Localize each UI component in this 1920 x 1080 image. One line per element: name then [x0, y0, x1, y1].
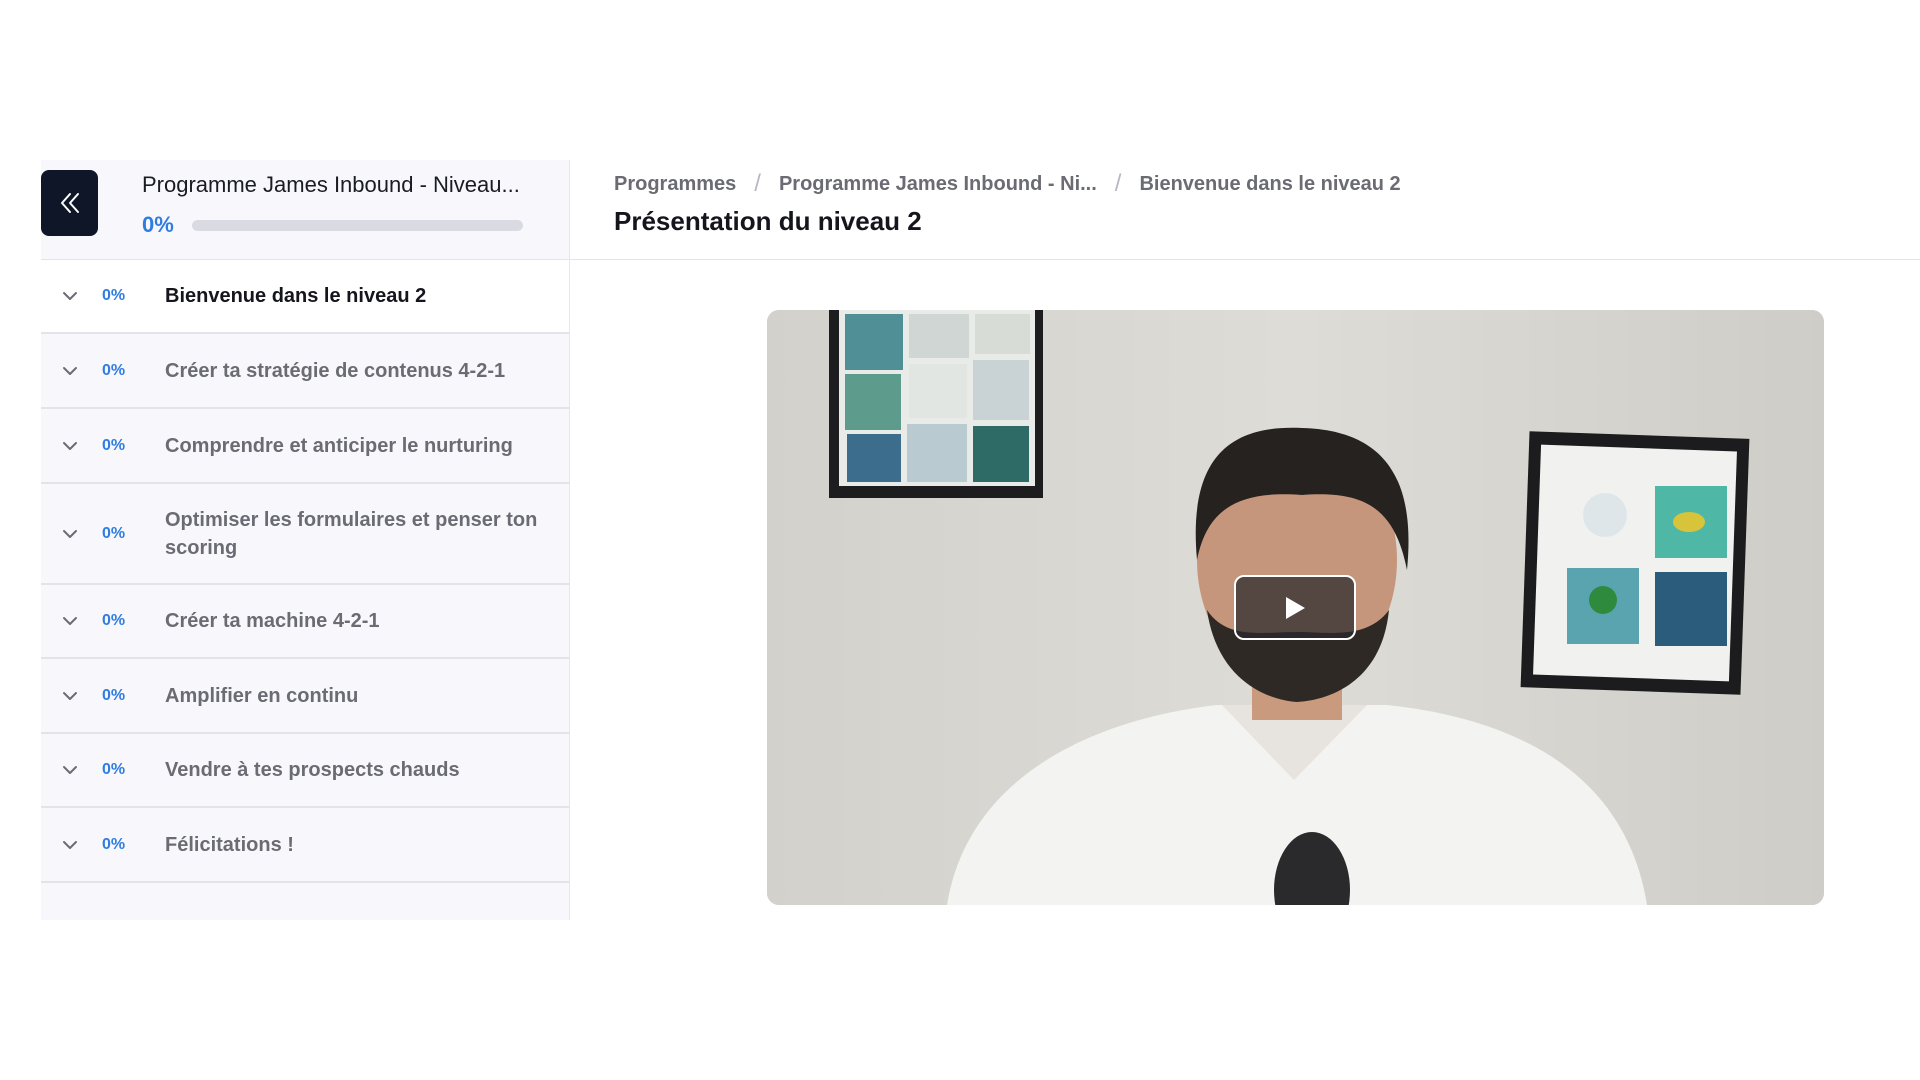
play-button[interactable]: [1234, 575, 1356, 640]
course-sidebar: Programme James Inbound - Niveau... 0% 0…: [41, 160, 570, 920]
lesson-header: Programmes / Programme James Inbound - N…: [570, 160, 1920, 260]
chevron-down-icon[interactable]: [61, 612, 79, 630]
breadcrumb-programmes[interactable]: Programmes: [614, 173, 736, 196]
chapter-progress: 0%: [102, 436, 126, 454]
collapse-sidebar-button[interactable]: [41, 170, 98, 236]
chapter-progress: 0%: [102, 761, 126, 778]
breadcrumb-chapter[interactable]: Bienvenue dans le niveau 2: [1139, 173, 1400, 196]
chevron-down-icon[interactable]: [61, 362, 79, 380]
chevron-down-icon[interactable]: [61, 437, 79, 455]
chapter-item[interactable]: 0% Vendre à tes prospects chauds: [41, 734, 569, 808]
page-title: Présentation du niveau 2: [614, 206, 922, 236]
chapter-title: Amplifier en continu: [165, 684, 359, 707]
chapter-title: Bienvenue dans le niveau 2: [165, 285, 427, 307]
chapter-progress: 0%: [102, 612, 126, 629]
course-player: Programme James Inbound - Niveau... 0% 0…: [41, 160, 1920, 920]
chapter-title: Félicitations !: [165, 833, 294, 856]
chapter-item[interactable]: 0% Créer ta machine 4-2-1: [41, 585, 569, 659]
chapter-progress: 0%: [102, 361, 126, 379]
chapter-progress: 0%: [102, 287, 126, 304]
sidebar-header: Programme James Inbound - Niveau... 0%: [41, 160, 569, 260]
breadcrumb-separator: /: [1114, 170, 1122, 197]
chapter-item[interactable]: 0% Optimiser les formulaires et penser t…: [41, 484, 569, 585]
chapter-title: Créer ta machine 4-2-1: [165, 610, 380, 632]
breadcrumb-separator: /: [754, 170, 761, 197]
program-progress-bar: [192, 220, 523, 231]
chapter-progress: 0%: [102, 524, 126, 542]
program-title: Programme James Inbound - Niveau...: [142, 172, 520, 197]
chapter-item[interactable]: 0% Félicitations !: [41, 808, 569, 883]
chevron-down-icon[interactable]: [61, 287, 79, 305]
chapter-progress: 0%: [102, 835, 126, 853]
chapter-item[interactable]: 0% Bienvenue dans le niveau 2: [41, 260, 569, 334]
video-player[interactable]: [767, 310, 1824, 905]
chevron-down-icon[interactable]: [61, 525, 79, 543]
chevron-down-icon[interactable]: [61, 761, 79, 779]
chapter-item[interactable]: 0% Amplifier en continu: [41, 659, 569, 734]
chapter-title: Créer ta stratégie de contenus 4-2-1: [165, 359, 506, 382]
chevron-down-icon[interactable]: [61, 687, 79, 705]
chapter-title: Comprendre et anticiper le nurturing: [165, 434, 513, 457]
chapter-progress: 0%: [102, 686, 126, 704]
chapter-item[interactable]: 0% Créer ta stratégie de contenus 4-2-1: [41, 334, 569, 409]
chapter-list: 0% Bienvenue dans le niveau 2 0% Créer t…: [41, 260, 569, 883]
play-icon: [1286, 596, 1305, 619]
chapter-title: Optimiser les formulaires et penser ton …: [165, 508, 538, 559]
chapter-title: Vendre à tes prospects chauds: [165, 759, 460, 781]
chevron-down-icon[interactable]: [61, 836, 79, 854]
double-chevron-left-icon: [60, 193, 79, 213]
lesson-content: Programmes / Programme James Inbound - N…: [570, 160, 1920, 920]
breadcrumb: Programmes / Programme James Inbound - N…: [614, 170, 1401, 198]
breadcrumb-program[interactable]: Programme James Inbound - Ni...: [779, 173, 1097, 196]
chapter-item[interactable]: 0% Comprendre et anticiper le nurturing: [41, 409, 569, 484]
program-progress-percent: 0%: [142, 212, 174, 237]
